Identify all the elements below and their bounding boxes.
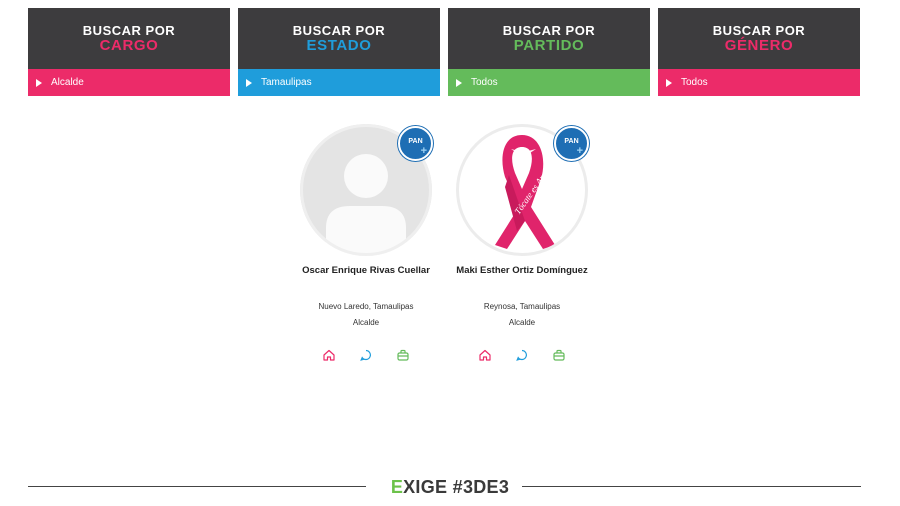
filter-partido-value: Todos bbox=[471, 77, 498, 88]
candidate-actions bbox=[300, 348, 432, 362]
plus-icon: + bbox=[576, 145, 583, 157]
triangle-right-icon bbox=[456, 78, 462, 87]
chat-icon[interactable] bbox=[359, 348, 373, 362]
footer-heading-initial: E bbox=[390, 477, 404, 497]
divider-left bbox=[28, 486, 366, 487]
filter-estado-title: BUSCAR POR bbox=[292, 23, 386, 38]
plus-icon: + bbox=[420, 145, 427, 157]
chat-icon[interactable] bbox=[515, 348, 529, 362]
filter-genero-label: GÉNERO bbox=[724, 37, 794, 54]
filter-cargo-value: Alcalde bbox=[51, 77, 84, 88]
filter-partido-label: PARTIDO bbox=[513, 37, 585, 54]
filter-partido-header: BUSCAR POR PARTIDO bbox=[448, 8, 650, 69]
home-icon[interactable] bbox=[322, 348, 336, 362]
divider-right bbox=[522, 486, 861, 487]
filter-genero-title: BUSCAR POR bbox=[712, 23, 806, 38]
filter-partido[interactable]: BUSCAR POR PARTIDO Todos bbox=[448, 8, 650, 96]
candidate-name[interactable]: Oscar Enrique Rivas Cuellar bbox=[300, 266, 432, 276]
candidate-role: Alcalde bbox=[508, 318, 536, 327]
triangle-right-icon bbox=[666, 78, 672, 87]
home-icon[interactable] bbox=[478, 348, 492, 362]
filter-bar: BUSCAR POR CARGO Alcalde BUSCAR POR ESTA… bbox=[28, 8, 861, 96]
party-logo-text: PAN bbox=[564, 138, 579, 145]
filter-cargo-dropdown[interactable]: Alcalde bbox=[28, 69, 230, 96]
candidate-role: Alcalde bbox=[352, 318, 380, 327]
filter-estado-label: ESTADO bbox=[306, 37, 372, 54]
candidate-name[interactable]: Maki Esther Ortiz Domínguez bbox=[456, 266, 588, 276]
filter-genero-header: BUSCAR POR GÉNERO bbox=[658, 8, 860, 69]
triangle-right-icon bbox=[246, 78, 252, 87]
filter-partido-dropdown[interactable]: Todos bbox=[448, 69, 650, 96]
filter-estado-value: Tamaulipas bbox=[261, 77, 312, 88]
candidate-location: Nuevo Laredo, Tamaulipas bbox=[318, 302, 414, 311]
filter-estado-header: BUSCAR POR ESTADO bbox=[238, 8, 440, 69]
filter-cargo[interactable]: BUSCAR POR CARGO Alcalde bbox=[28, 8, 230, 96]
briefcase-icon[interactable] bbox=[552, 348, 566, 362]
filter-partido-title: BUSCAR POR bbox=[502, 23, 596, 38]
filter-cargo-header: BUSCAR POR CARGO bbox=[28, 8, 230, 69]
filter-estado[interactable]: BUSCAR POR ESTADO Tamaulipas bbox=[238, 8, 440, 96]
filter-cargo-label: CARGO bbox=[99, 37, 159, 54]
filter-estado-dropdown[interactable]: Tamaulipas bbox=[238, 69, 440, 96]
triangle-right-icon bbox=[36, 78, 42, 87]
filter-genero-dropdown[interactable]: Todos bbox=[658, 69, 860, 96]
footer-heading: EXIGE #3DE3 bbox=[360, 477, 540, 498]
footer-heading-rest: XIGE #3DE3 bbox=[403, 477, 510, 497]
briefcase-icon[interactable] bbox=[396, 348, 410, 362]
party-logo-badge: PAN + bbox=[554, 126, 589, 161]
filter-cargo-title: BUSCAR POR bbox=[82, 23, 176, 38]
party-logo-badge: PAN + bbox=[398, 126, 433, 161]
candidate-actions bbox=[456, 348, 588, 362]
party-logo-text: PAN bbox=[408, 138, 423, 145]
candidate-location: Reynosa, Tamaulipas bbox=[483, 302, 561, 311]
filter-genero[interactable]: BUSCAR POR GÉNERO Todos bbox=[658, 8, 860, 96]
filter-genero-value: Todos bbox=[681, 77, 708, 88]
